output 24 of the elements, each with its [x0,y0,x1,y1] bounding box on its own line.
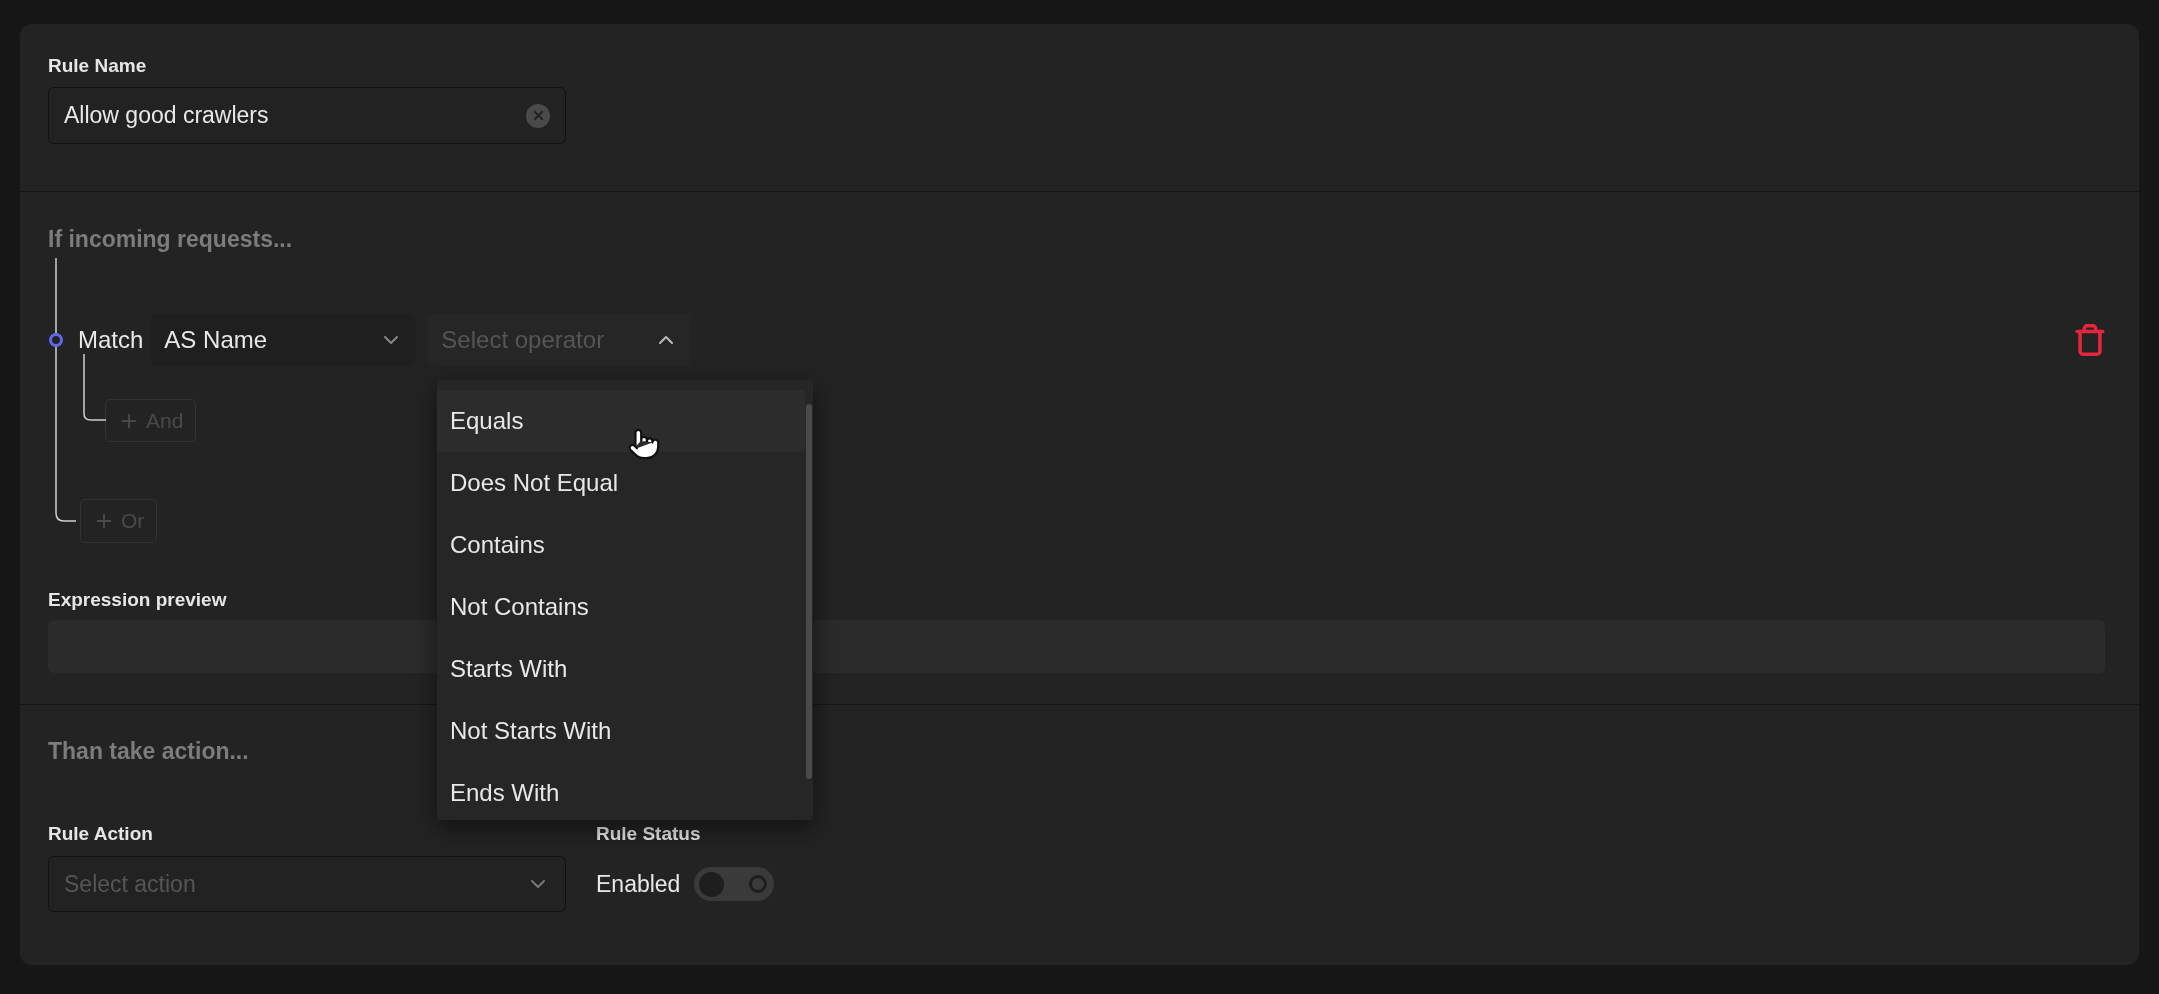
rule-name-field[interactable]: Allow good crawlers [48,87,566,144]
field-label: Rule Name [48,54,148,78]
field-label: Rule Action [48,822,153,846]
field-label: Rule Status [596,822,701,846]
delete-icon[interactable] [2073,323,2107,357]
branch-connector [83,354,106,422]
section-heading: Than take action... [48,738,249,764]
match-label: Match [78,325,144,355]
status-toggle[interactable] [694,867,775,901]
menu-item[interactable]: Not Starts With [437,700,805,762]
menu-item[interactable]: Starts With [437,638,805,700]
menu-item[interactable]: Not Contains [437,576,805,638]
hand-cursor-icon [627,427,661,461]
section-heading: If incoming requests... [48,226,294,252]
menu-item[interactable]: Ends With [437,762,805,820]
menu-item[interactable]: Contains [437,514,805,576]
field-value: Allow good crawlers [64,101,269,131]
clear-icon[interactable] [526,103,550,128]
menu-item[interactable]: Does Not Equal [437,452,805,514]
menu-item[interactable]: Equals [437,390,805,452]
field-label: Expression preview [48,588,227,612]
field-select[interactable]: AS Name [151,314,417,366]
scrollbar-thumb[interactable] [806,404,812,779]
status-label: Enabled [596,869,681,899]
